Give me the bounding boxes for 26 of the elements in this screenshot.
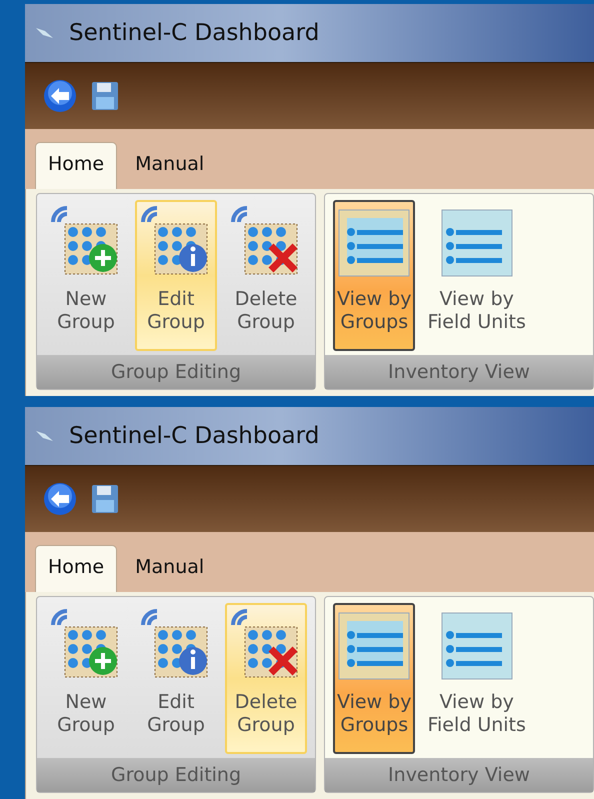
ribbon-button[interactable]: Edit Group (135, 603, 217, 754)
group-label: Inventory View (325, 758, 593, 792)
save-icon[interactable] (91, 81, 119, 111)
app-icon (35, 429, 55, 443)
ribbon-button[interactable]: New Group (45, 603, 127, 754)
ribbon-button[interactable]: View by Groups (333, 200, 416, 351)
ribbon-button[interactable]: Edit Group (135, 200, 217, 351)
ribbon-button[interactable]: View by Field Units (423, 603, 530, 754)
window-title: Sentinel-C Dashboard (69, 20, 320, 46)
window-title: Sentinel-C Dashboard (69, 423, 320, 449)
ribbon-tab[interactable]: Home (35, 142, 118, 189)
ribbon-button[interactable]: Delete Group (225, 603, 307, 754)
back-icon[interactable] (43, 482, 77, 516)
save-icon[interactable] (91, 484, 119, 514)
ribbon-button[interactable]: View by Groups (333, 603, 416, 754)
app-icon (35, 26, 55, 40)
ribbon-button[interactable]: View by Field Units (423, 200, 530, 351)
ribbon-button[interactable]: New Group (45, 200, 127, 351)
group-label: Inventory View (325, 355, 593, 389)
ribbon-button[interactable]: Delete Group (225, 200, 307, 351)
ribbon-tab[interactable]: Manual (123, 143, 216, 189)
group-label: Group Editing (37, 355, 315, 389)
ribbon-tab[interactable]: Manual (123, 546, 216, 592)
group-label: Group Editing (37, 758, 315, 792)
back-icon[interactable] (43, 79, 77, 113)
ribbon-tab[interactable]: Home (35, 545, 118, 592)
